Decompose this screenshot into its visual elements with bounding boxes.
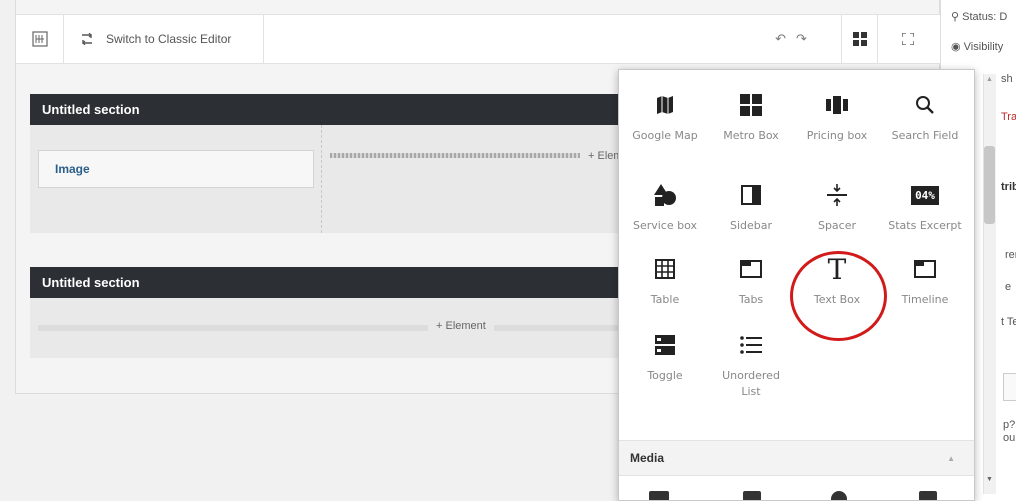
fullscreen-icon: [901, 33, 914, 45]
picker-item-toggle[interactable]: Toggle: [621, 328, 709, 384]
picker-item-service-box[interactable]: Service box: [621, 178, 709, 234]
picker-item-search-field[interactable]: Search Field: [881, 88, 969, 144]
shapes-icon: [654, 184, 676, 206]
switch-classic-editor-button[interactable]: Switch to Classic Editor: [64, 15, 264, 63]
category-label: Media: [630, 451, 665, 465]
history-controls: ↶ ↷: [756, 15, 826, 63]
picker-item-unordered-list[interactable]: Unordered List: [707, 328, 795, 400]
status-row: ⚲ Status: D: [951, 10, 1007, 23]
drop-zone-bar: [330, 153, 580, 158]
picker-item-label: Service box: [632, 219, 698, 232]
picker-item-table[interactable]: Table: [621, 252, 709, 308]
builder-toolbar: Switch to Classic Editor ↶ ↷: [16, 14, 941, 64]
section-title: Untitled section: [42, 102, 140, 117]
media-item-icon: [919, 491, 937, 500]
layout-button[interactable]: [841, 15, 877, 63]
picker-item-label: Stats Excerpt: [888, 219, 962, 232]
image-element-label: Image: [55, 162, 90, 176]
picker-item-spacer[interactable]: Spacer: [793, 178, 881, 234]
image-element[interactable]: Image: [38, 150, 314, 188]
metro-grid-icon: [740, 94, 762, 116]
sidebar-fragment: t Te: [1001, 316, 1016, 328]
picker-item-label: Metro Box: [723, 129, 779, 142]
sidebar-fragment: ou: [1003, 432, 1016, 444]
list-icon: [740, 336, 762, 354]
picker-item-label: Search Field: [891, 129, 959, 142]
sidebar-fragment: ren: [1005, 249, 1016, 261]
highlight-circle: [790, 251, 887, 341]
table-icon: [655, 259, 675, 279]
pricing-columns-icon: [826, 96, 848, 114]
builder-logo-icon: [31, 31, 48, 47]
picker-item-label: Spacer: [817, 219, 857, 232]
picker-item-label: Pricing box: [806, 129, 868, 142]
counter-icon: 04%: [911, 185, 939, 205]
picker-item-label: Google Map: [632, 129, 698, 142]
picker-item-label: Table: [650, 293, 680, 306]
status-label: Status: D: [962, 11, 1008, 23]
media-item-icon: [831, 491, 847, 500]
section-title: Untitled section: [42, 275, 140, 290]
picker-item-label: Timeline: [901, 293, 949, 306]
picker-scrollbar-track[interactable]: [983, 74, 996, 494]
toggle-icon: [655, 335, 675, 355]
fullscreen-button[interactable]: [877, 15, 937, 63]
picker-item-metro-box[interactable]: Metro Box: [707, 88, 795, 144]
picker-item-stats-excerpt[interactable]: 04% Stats Excerpt: [881, 178, 969, 234]
scroll-up-arrow-icon[interactable]: ▲: [984, 76, 995, 86]
picker-item-google-map[interactable]: Google Map: [621, 88, 709, 144]
column-divider: [321, 125, 322, 233]
picker-item-tabs[interactable]: Tabs: [707, 252, 795, 308]
undo-icon[interactable]: ↶: [775, 31, 786, 47]
picker-item-label: Sidebar: [729, 219, 773, 232]
picker-scrollbar-thumb[interactable]: [984, 146, 995, 224]
media-category-header[interactable]: Media ▲: [619, 440, 974, 476]
picker-item-label: Toggle: [647, 369, 683, 382]
trash-link[interactable]: Tra: [1001, 111, 1016, 123]
publish-fragment[interactable]: sh: [1001, 73, 1013, 85]
pin-icon: ⚲: [951, 11, 960, 23]
visibility-label: Visibility: [963, 41, 1004, 53]
scroll-down-arrow-icon[interactable]: ▼: [984, 476, 995, 486]
tabs-icon: [740, 260, 762, 278]
builder-logo-button[interactable]: [16, 15, 64, 63]
timeline-icon: [914, 260, 936, 278]
collapse-caret-icon: ▲: [947, 454, 955, 463]
add-element-button[interactable]: + Element: [428, 320, 494, 332]
spacer-icon: [827, 184, 847, 206]
redo-icon[interactable]: ↷: [796, 31, 807, 47]
media-item-icon: [743, 491, 761, 500]
attributes-heading: trib: [1001, 181, 1016, 193]
picker-item-sidebar[interactable]: Sidebar: [707, 178, 795, 234]
sidebar-field[interactable]: [1003, 373, 1016, 401]
map-icon: [657, 96, 673, 114]
media-item-icon: [649, 491, 669, 500]
picker-item-pricing-box[interactable]: Pricing box: [793, 88, 881, 144]
picker-item-label: Tabs: [738, 293, 764, 306]
picker-item-label: Unordered List: [722, 369, 780, 398]
grid-icon: [852, 32, 867, 46]
switch-icon: [82, 33, 92, 45]
sidebar-fragment: e: [1005, 281, 1012, 293]
switch-classic-editor-label: Switch to Classic Editor: [106, 32, 232, 46]
search-icon: [916, 96, 934, 114]
eye-icon: ◉: [951, 41, 961, 53]
sidebar-fragment: p?: [1003, 419, 1016, 431]
sidebar-icon: [741, 185, 761, 205]
picker-item-timeline[interactable]: Timeline: [881, 252, 969, 308]
visibility-row: ◉ Visibility: [951, 40, 1003, 53]
